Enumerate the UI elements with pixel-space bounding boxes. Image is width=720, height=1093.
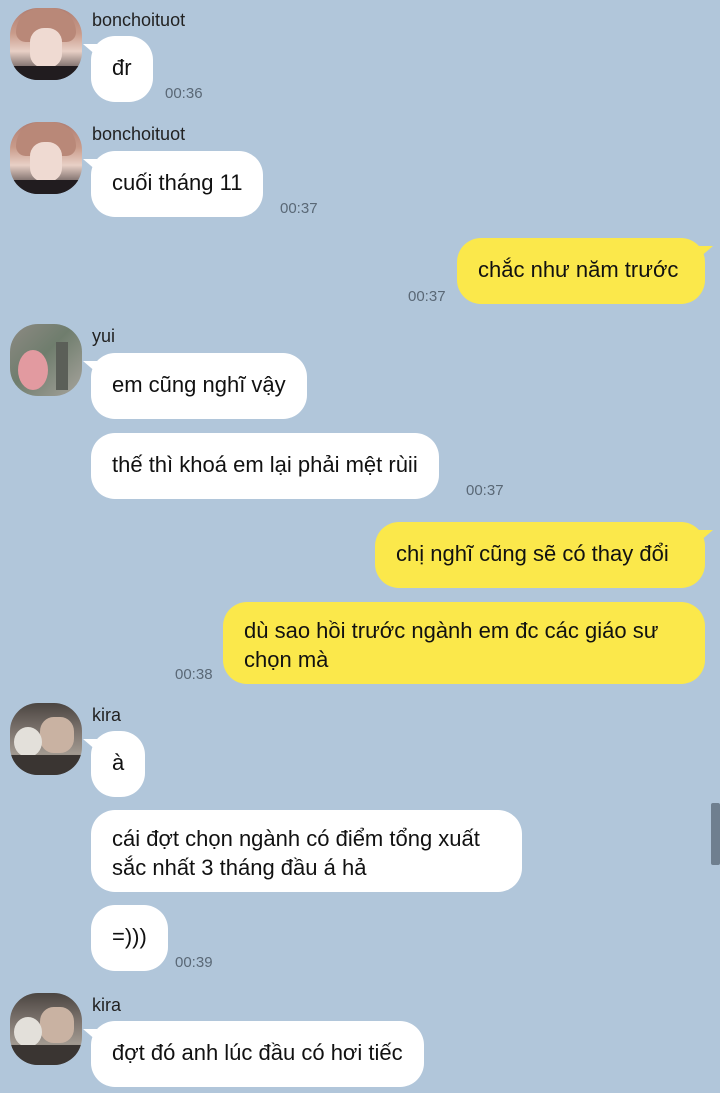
message-bubble-incoming[interactable]: =))) <box>91 905 168 971</box>
message-bubble-incoming[interactable]: cuối tháng 11 <box>82 151 264 217</box>
avatar-bonchoituot[interactable] <box>10 122 82 194</box>
message-text: chị nghĩ cũng sẽ có thay đổi <box>396 541 669 566</box>
message-text: thế thì khoá em lại phải mệt rùii <box>112 452 418 477</box>
chat-message-list[interactable]: bonchoituot đr 00:36 bonchoituot cuối th… <box>0 0 720 1093</box>
message-timestamp: 00:38 <box>175 666 213 683</box>
message-bubble-incoming[interactable]: đợt đó anh lúc đầu có hơi tiếc <box>83 1021 424 1087</box>
message-bubble-outgoing[interactable]: chắc như năm trước <box>457 238 713 304</box>
sender-name: kira <box>92 995 122 1015</box>
message-bubble-incoming[interactable]: thế thì khoá em lại phải mệt rùii <box>91 433 439 499</box>
message-bubble-incoming[interactable]: à <box>82 731 146 797</box>
message-timestamp: 00:37 <box>280 200 318 217</box>
avatar-kira[interactable] <box>10 993 82 1065</box>
sender-name: bonchoituot <box>92 124 186 144</box>
message-text: =))) <box>112 924 147 949</box>
message-bubble-incoming[interactable]: đr <box>83 36 153 102</box>
message-timestamp: 00:37 <box>408 288 446 305</box>
message-text: cuối tháng 11 <box>112 170 243 195</box>
message-bubble-outgoing[interactable]: dù sao hồi trước ngành em đc các giáo sư… <box>223 602 705 684</box>
sender-name: bonchoituot <box>92 10 186 30</box>
message-timestamp: 00:36 <box>165 85 203 102</box>
message-text: em cũng nghĩ vậy <box>112 372 286 397</box>
message-text-line: sắc nhất 3 tháng đầu á hả <box>112 855 367 880</box>
message-timestamp: 00:39 <box>175 954 213 971</box>
message-bubble-incoming[interactable]: cái đợt chọn ngành có điểm tổng xuất sắc… <box>91 810 522 892</box>
message-bubble-incoming[interactable]: em cũng nghĩ vậy <box>83 353 307 419</box>
avatar-bonchoituot[interactable] <box>10 8 82 80</box>
avatar-kira[interactable] <box>10 703 82 775</box>
message-text-line: chọn mà <box>244 647 329 672</box>
scrollbar-thumb[interactable] <box>711 803 720 865</box>
message-text-line: cái đợt chọn ngành có điểm tổng xuất <box>112 826 480 851</box>
sender-name: yui <box>92 326 116 346</box>
message-text: à <box>112 750 125 775</box>
sender-name: kira <box>92 705 122 725</box>
avatar-yui[interactable] <box>10 324 82 396</box>
message-text: đr <box>112 55 132 80</box>
message-text-line: dù sao hồi trước ngành em đc các giáo sư <box>244 618 659 643</box>
message-timestamp: 00:37 <box>466 482 504 499</box>
message-text: chắc như năm trước <box>478 257 679 282</box>
message-text: đợt đó anh lúc đầu có hơi tiếc <box>112 1040 403 1065</box>
message-bubble-outgoing[interactable]: chị nghĩ cũng sẽ có thay đổi <box>375 522 713 588</box>
